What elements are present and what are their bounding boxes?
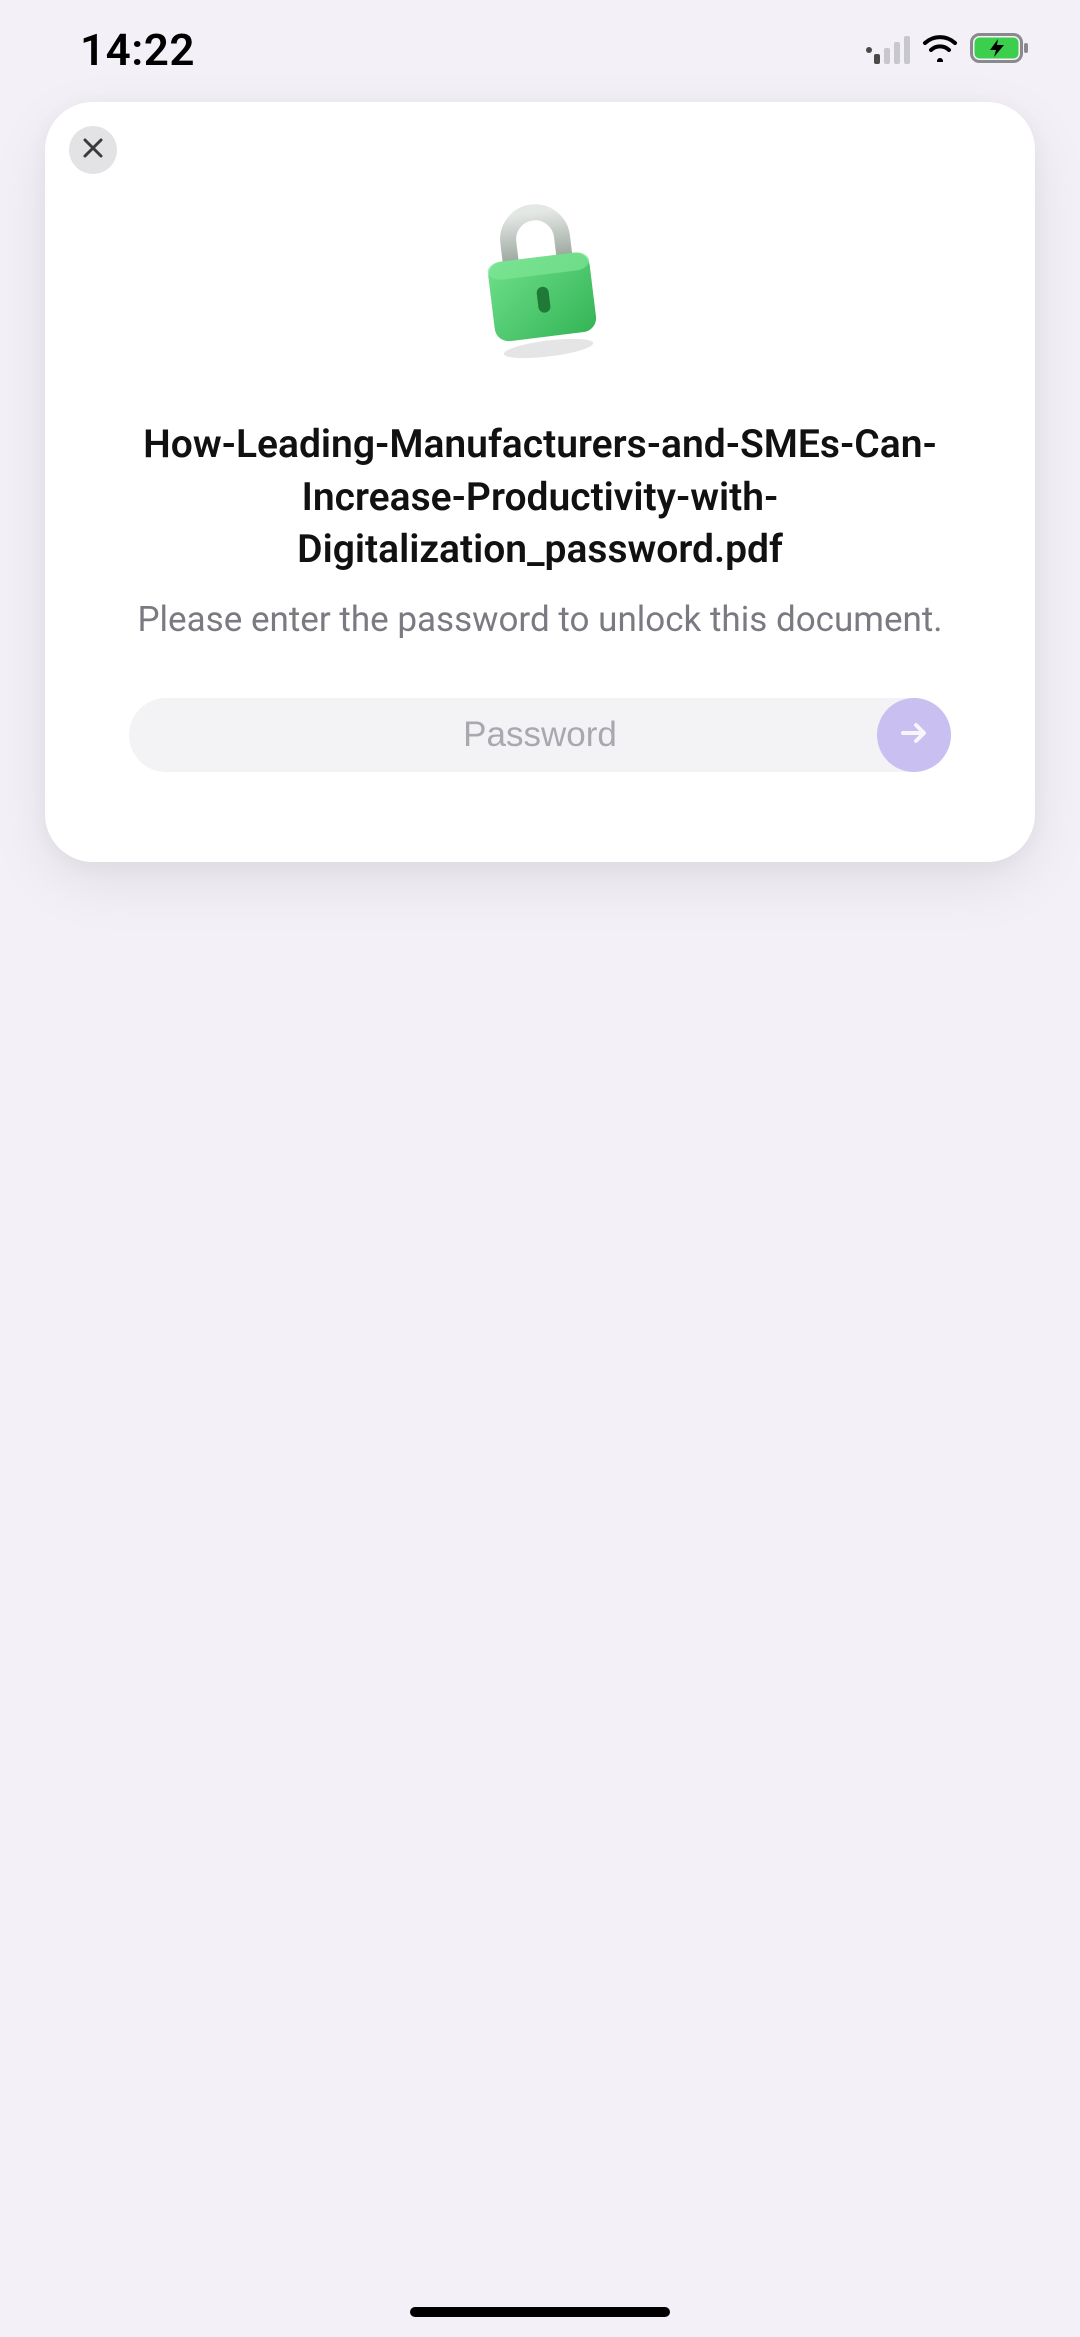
status-bar: 14:22 <box>0 0 1080 100</box>
prompt-text: Please enter the password to unlock this… <box>69 596 1011 643</box>
close-button[interactable] <box>69 126 117 174</box>
battery-charging-icon <box>970 33 1030 67</box>
wifi-icon <box>922 34 958 66</box>
status-right-cluster <box>866 33 1030 67</box>
arrow-right-icon <box>897 716 931 754</box>
password-modal: How-Leading-Manufacturers-and-SMEs-Can-I… <box>45 102 1035 862</box>
document-filename: How-Leading-Manufacturers-and-SMEs-Can-I… <box>69 418 1011 576</box>
home-indicator <box>410 2307 670 2317</box>
password-row <box>69 698 1011 772</box>
lock-icon <box>465 199 615 363</box>
cellular-signal-icon <box>866 36 910 64</box>
close-icon <box>82 137 104 163</box>
status-time: 14:22 <box>80 24 195 76</box>
submit-button[interactable] <box>877 698 951 772</box>
password-input[interactable] <box>129 698 951 772</box>
lock-illustration <box>69 199 1011 363</box>
